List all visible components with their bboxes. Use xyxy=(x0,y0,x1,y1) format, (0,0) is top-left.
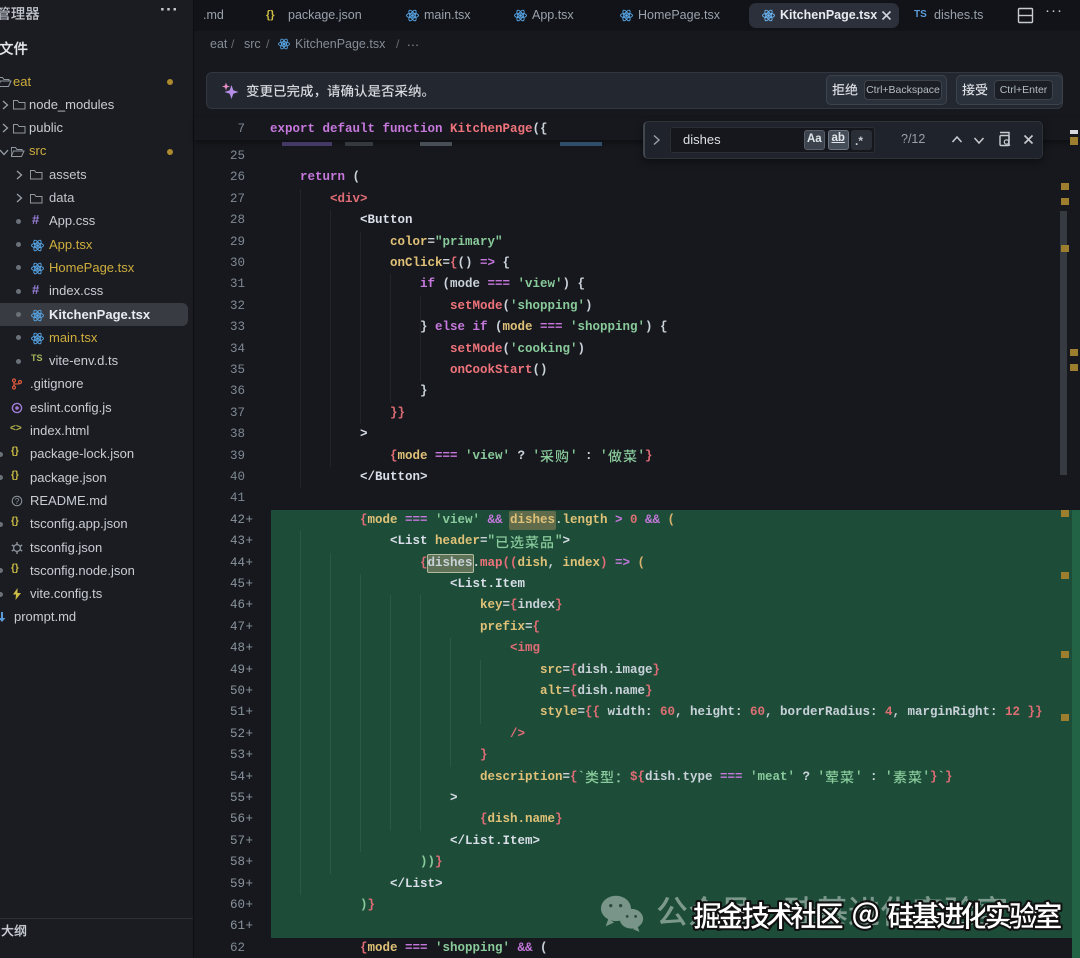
svg-text:?: ? xyxy=(15,497,20,506)
